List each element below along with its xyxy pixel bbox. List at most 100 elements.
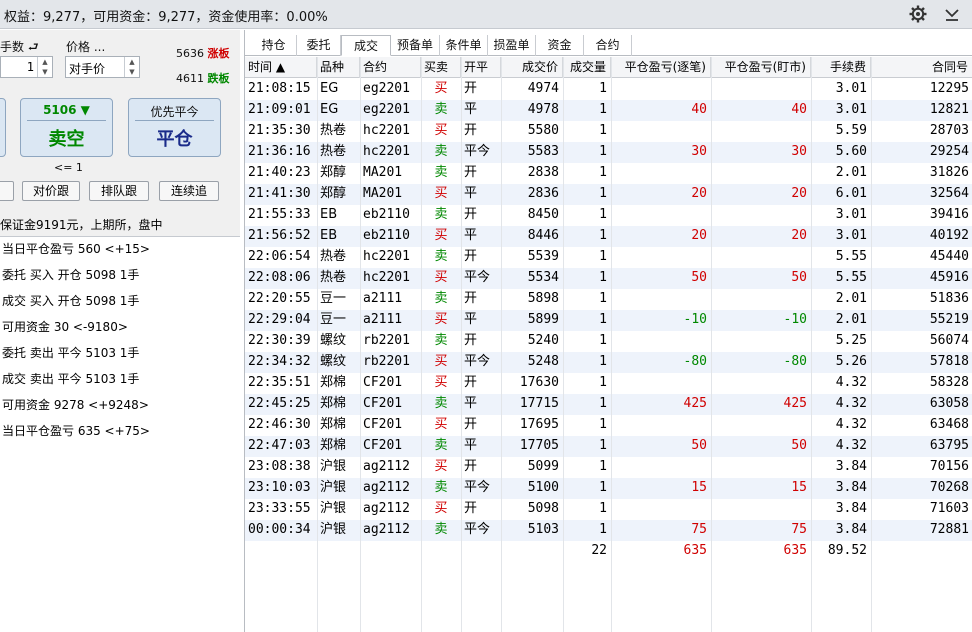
tab-trades[interactable]: 成交 bbox=[341, 35, 391, 56]
table-row[interactable]: 21:09:01 EG eg2201 卖 平 4978 1 40 40 3.01 12821 bbox=[245, 100, 972, 121]
col-time-header[interactable]: 时间 ▲ bbox=[245, 57, 317, 78]
table-row[interactable]: 21:40:23 郑醇 MA201 卖 开 2838 1 2.01 31826 bbox=[245, 163, 972, 184]
quantity-stepper[interactable]: 1 ▲ ▼ bbox=[0, 56, 53, 78]
table-row[interactable]: 21:41:30 郑醇 MA201 买 平 2836 1 20 20 6.01 32564 bbox=[245, 184, 972, 205]
tab-conditional-orders[interactable]: 条件单 bbox=[440, 35, 488, 56]
col-volume-cell: 1 bbox=[599, 291, 607, 306]
price-label[interactable]: 价格 ... bbox=[66, 38, 105, 55]
column-divider bbox=[611, 57, 612, 632]
limit-down: 4611 跌板 bbox=[176, 72, 230, 85]
col-pnl-trade-cell: 425 bbox=[683, 396, 707, 411]
col-volume-header[interactable]: 成交量 bbox=[563, 57, 611, 78]
col-product-cell: 郑醇 bbox=[320, 165, 347, 180]
col-product-cell: 沪银 bbox=[320, 480, 347, 495]
table-row[interactable]: 21:56:52 EB eb2110 买 平 8446 1 20 20 3.01 40192 bbox=[245, 226, 972, 247]
table-row[interactable]: 21:35:30 热卷 hc2201 买 开 5580 1 5.59 28703 bbox=[245, 121, 972, 142]
continuous-chase-button[interactable]: 连续追 bbox=[159, 181, 219, 201]
column-divider bbox=[563, 57, 564, 632]
table-row[interactable]: 22:29:04 豆一 a2111 买 平 5899 1 -10 -10 2.01 55219 bbox=[245, 310, 972, 331]
col-offset-cell: 开 bbox=[464, 417, 478, 432]
col-time-cell: 22:35:51 bbox=[248, 375, 311, 390]
col-order-id-cell: 70156 bbox=[929, 459, 969, 474]
col-order-id-cell: 63058 bbox=[929, 396, 969, 411]
col-contract-cell: ag2112 bbox=[363, 459, 410, 474]
col-volume-cell: 1 bbox=[599, 228, 607, 243]
col-volume-cell: 1 bbox=[599, 207, 607, 222]
col-product-header[interactable]: 品种 bbox=[317, 57, 360, 78]
col-pnl-mtm-cell: 75 bbox=[791, 522, 807, 537]
tab-stop-orders[interactable]: 损盈单 bbox=[488, 35, 536, 56]
col-offset-cell: 平 bbox=[464, 396, 478, 411]
col-pnl-mtm-cell: 50 bbox=[791, 438, 807, 453]
table-row[interactable]: 23:10:03 沪银 ag2112 卖 平今 5100 1 15 15 3.84 70268 bbox=[245, 478, 972, 499]
counter-price-follow-button[interactable]: 对价跟 bbox=[22, 181, 80, 201]
col-price-header[interactable]: 成交价 bbox=[501, 57, 563, 78]
col-price-cell: 2836 bbox=[527, 186, 559, 201]
tab-contracts[interactable]: 合约 bbox=[584, 35, 632, 56]
table-row[interactable]: 22:46:30 郑棉 CF201 买 开 17695 1 4.32 63468 bbox=[245, 415, 972, 436]
col-order-id-header[interactable]: 合同号 bbox=[871, 57, 972, 78]
column-divider bbox=[421, 57, 422, 632]
log-entry: 当日平仓盈亏 560 <+15> bbox=[2, 242, 150, 256]
increment-icon[interactable]: ▲ bbox=[125, 57, 139, 67]
table-row[interactable]: 21:36:16 热卷 hc2201 卖 平今 5583 1 30 30 5.60 29254 bbox=[245, 142, 972, 163]
table-row[interactable]: 22:35:51 郑棉 CF201 买 开 17630 1 4.32 58328 bbox=[245, 373, 972, 394]
col-volume-cell: 1 bbox=[599, 186, 607, 201]
col-fee-cell: 3.84 bbox=[835, 522, 867, 537]
col-offset-header[interactable]: 开平 bbox=[461, 57, 501, 78]
decrement-icon[interactable]: ▼ bbox=[125, 67, 139, 77]
partial-button[interactable] bbox=[0, 181, 14, 201]
chevron-down-icon[interactable] bbox=[942, 4, 962, 24]
table-header: 时间 ▲ 品种 合约 买卖 开平 成交价 成交量 平仓盈亏(逐笔) 平仓盈亏(盯市) 手续费 合同号 bbox=[245, 57, 972, 78]
tab-orders[interactable]: 委托 bbox=[297, 35, 341, 56]
col-order-id-cell: 63795 bbox=[929, 438, 969, 453]
col-product-cell: 豆一 bbox=[320, 312, 347, 327]
col-pnl-mtm-header[interactable]: 平仓盈亏(盯市) bbox=[711, 57, 811, 78]
col-time-cell: 22:45:25 bbox=[248, 396, 311, 411]
table-row[interactable]: 22:45:25 郑棉 CF201 卖 平 17715 1 425 425 4.32 63058 bbox=[245, 394, 972, 415]
col-time-cell: 22:08:06 bbox=[248, 270, 311, 285]
sell-short-button[interactable]: 5106 ▼ 卖空 bbox=[20, 98, 113, 157]
table-row[interactable]: 21:08:15 EG eg2201 买 开 4974 1 3.01 12295 bbox=[245, 79, 972, 100]
col-contract-cell: hc2201 bbox=[363, 249, 410, 264]
col-price-cell: 4974 bbox=[527, 81, 559, 96]
close-position-label: 平仓 bbox=[156, 129, 193, 150]
col-contract-header[interactable]: 合约 bbox=[360, 57, 421, 78]
gear-icon[interactable] bbox=[908, 4, 928, 24]
col-fee-cell: 6.01 bbox=[835, 186, 867, 201]
table-row[interactable]: 22:47:03 郑棉 CF201 卖 平 17705 1 50 50 4.32 63795 bbox=[245, 436, 972, 457]
col-price-cell: 17715 bbox=[519, 396, 559, 411]
table-row[interactable]: 22:06:54 热卷 hc2201 卖 开 5539 1 5.55 45440 bbox=[245, 247, 972, 268]
tab-positions[interactable]: 持仓 bbox=[251, 35, 297, 56]
col-pnl-trade-header[interactable]: 平仓盈亏(逐笔) bbox=[611, 57, 711, 78]
col-time-cell: 22:46:30 bbox=[248, 417, 311, 432]
price-type-stepper[interactable]: 对手价 ▲ ▼ bbox=[65, 56, 140, 78]
tab-prepared-orders[interactable]: 预备单 bbox=[391, 35, 440, 56]
col-pnl-trade-cell bbox=[611, 121, 711, 142]
col-direction-header[interactable]: 买卖 bbox=[421, 57, 461, 78]
col-price-cell: 5098 bbox=[527, 501, 559, 516]
col-price-cell: 5898 bbox=[527, 291, 559, 306]
close-position-button[interactable]: 优先平今 平仓 bbox=[128, 98, 221, 157]
col-fee-header[interactable]: 手续费 bbox=[811, 57, 871, 78]
table-row[interactable]: 22:08:06 热卷 hc2201 买 平今 5534 1 50 50 5.55 45916 bbox=[245, 268, 972, 289]
return-icon[interactable]: ⮐ bbox=[28, 40, 39, 54]
col-direction-cell: 买 bbox=[434, 228, 448, 243]
table-row[interactable]: 22:20:55 豆一 a2111 卖 开 5898 1 2.01 51836 bbox=[245, 289, 972, 310]
table-row[interactable]: 00:00:34 沪银 ag2112 卖 平今 5103 1 75 75 3.84 72881 bbox=[245, 520, 972, 541]
col-pnl-mtm-cell: -10 bbox=[783, 312, 807, 327]
col-direction-cell: 买 bbox=[434, 354, 448, 369]
table-row[interactable]: 22:34:32 螺纹 rb2201 买 平今 5248 1 -80 -80 5.26 57818 bbox=[245, 352, 972, 373]
log-entry: 当日平仓盈亏 635 <+75> bbox=[2, 424, 150, 438]
table-row[interactable]: 23:33:55 沪银 ag2112 买 开 5098 1 3.84 71603 bbox=[245, 499, 972, 520]
queue-follow-button[interactable]: 排队跟 bbox=[89, 181, 149, 201]
table-row[interactable]: 21:55:33 EB eb2110 卖 开 8450 1 3.01 39416 bbox=[245, 205, 972, 226]
tab-funds[interactable]: 资金 bbox=[536, 35, 584, 56]
column-divider bbox=[501, 57, 502, 632]
table-row[interactable]: 23:08:38 沪银 ag2112 买 开 5099 1 3.84 70156 bbox=[245, 457, 972, 478]
col-order-id-cell: 70268 bbox=[929, 480, 969, 495]
table-row[interactable]: 22:30:39 螺纹 rb2201 卖 开 5240 1 5.25 56074 bbox=[245, 331, 972, 352]
decrement-icon[interactable]: ▼ bbox=[38, 67, 52, 77]
increment-icon[interactable]: ▲ bbox=[38, 57, 52, 67]
buy-open-button[interactable] bbox=[0, 98, 6, 157]
